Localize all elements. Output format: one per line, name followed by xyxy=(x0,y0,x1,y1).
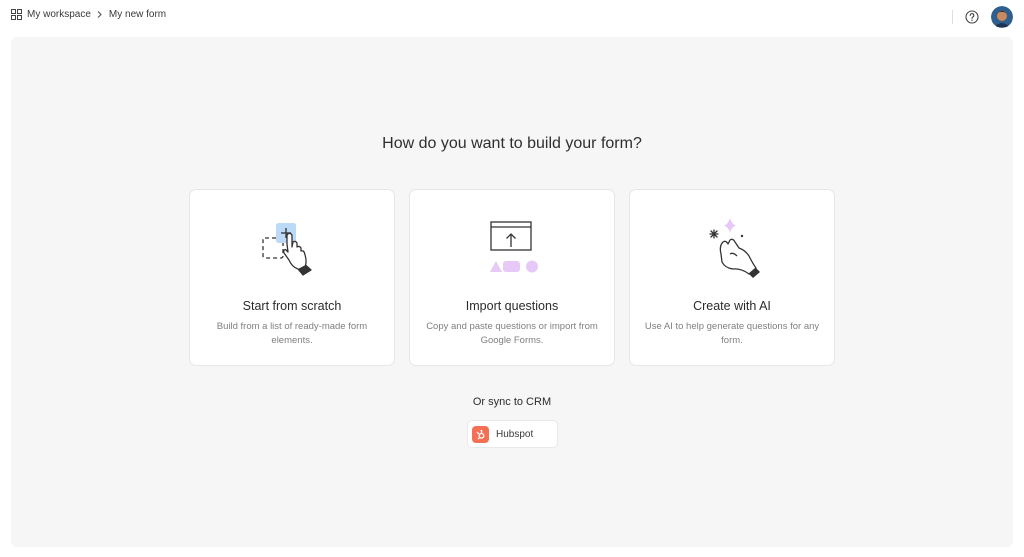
header-tools xyxy=(952,6,1013,28)
sparkle-hand-icon xyxy=(709,218,760,278)
illustration xyxy=(190,214,394,278)
user-avatar[interactable] xyxy=(991,6,1013,28)
hubspot-button[interactable]: Hubspot xyxy=(467,420,558,448)
option-description: Use AI to help generate questions for an… xyxy=(644,321,820,346)
illustration xyxy=(410,214,614,278)
breadcrumb-current: My new form xyxy=(108,9,167,20)
illustration xyxy=(630,214,834,278)
top-bar: My workspace My new form xyxy=(0,0,1024,34)
hubspot-logo-icon xyxy=(472,425,489,443)
drag-drop-hand-icon xyxy=(262,223,312,276)
option-start-from-scratch[interactable]: Start from scratch Build from a list of … xyxy=(189,189,395,366)
page-heading: How do you want to build your form? xyxy=(382,135,642,152)
header-divider xyxy=(952,10,953,24)
option-description: Build from a list of ready-made form ele… xyxy=(216,321,368,346)
breadcrumb: My workspace My new form xyxy=(11,9,166,20)
hubspot-sprocket-icon xyxy=(476,429,485,439)
breadcrumb-workspace-link[interactable]: My workspace xyxy=(27,9,91,20)
question-circle-icon[interactable] xyxy=(965,10,979,24)
hubspot-label: Hubspot xyxy=(496,428,534,440)
sync-crm-label: Or sync to CRM xyxy=(472,396,552,408)
option-title: Import questions xyxy=(465,299,559,313)
option-import-questions[interactable]: Import questions Copy and paste question… xyxy=(409,189,615,366)
option-create-with-ai[interactable]: Create with AI Use AI to help generate q… xyxy=(629,189,835,366)
upload-shapes-icon xyxy=(490,221,538,273)
option-title: Create with AI xyxy=(693,299,771,313)
option-description: Copy and paste questions or import from … xyxy=(426,321,598,346)
option-title: Start from scratch xyxy=(242,299,342,313)
builder-canvas: How do you want to build your form? Star… xyxy=(11,37,1013,547)
grid-icon xyxy=(11,9,22,20)
chevron-right-icon xyxy=(97,11,102,18)
